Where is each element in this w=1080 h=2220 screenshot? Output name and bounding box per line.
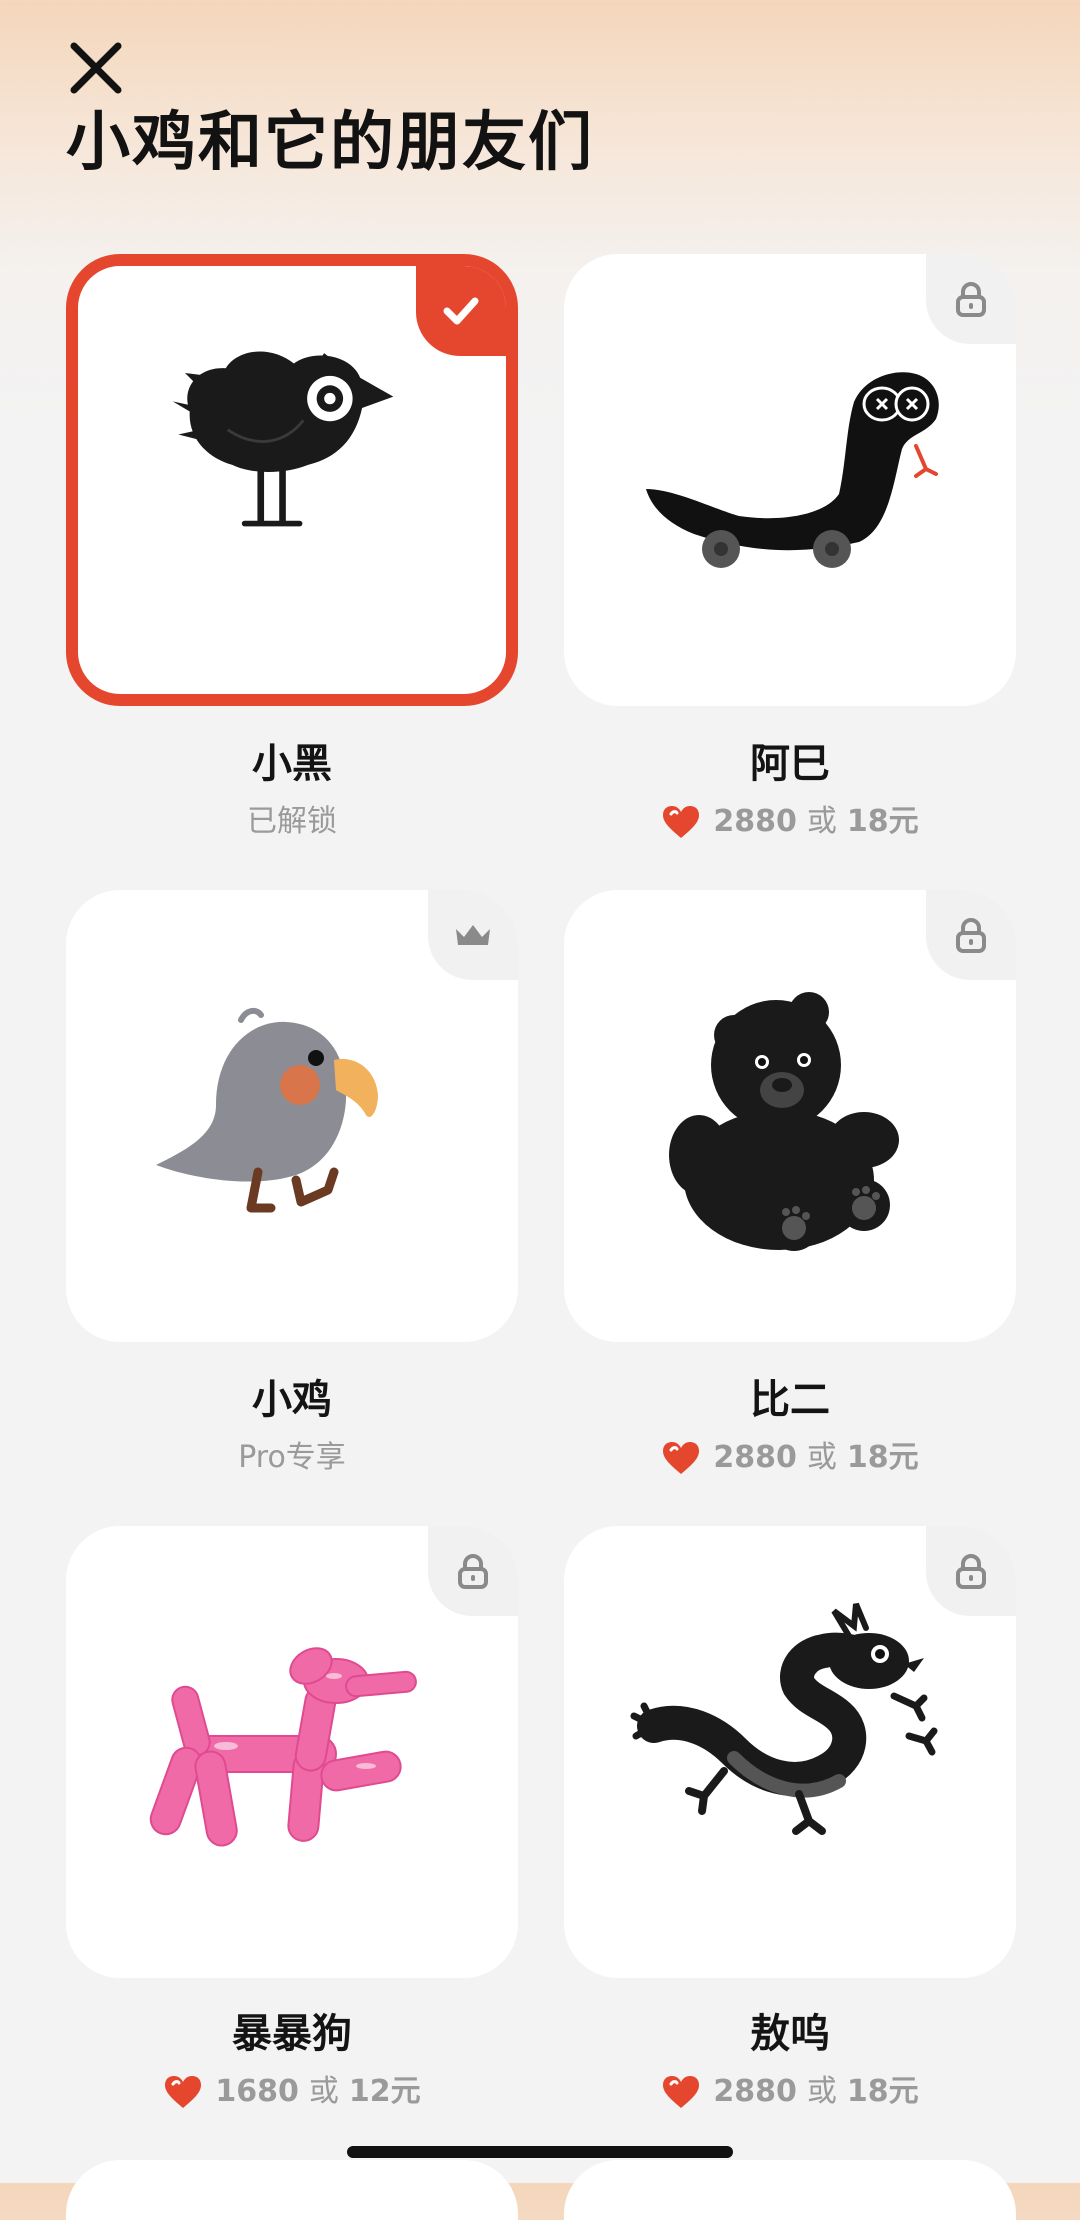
black-chick-illustration (172, 351, 394, 527)
character-name: 暴暴狗 (232, 2011, 352, 2057)
close-icon (70, 42, 122, 94)
price-or: 或 (806, 1440, 837, 1475)
heart-icon (663, 806, 700, 838)
close-button[interactable] (64, 36, 128, 100)
character-card-baobaogou[interactable] (66, 1526, 518, 1978)
price-or: 或 (806, 2074, 837, 2109)
price-points: 2880 (713, 2074, 797, 2109)
dragon-illustration (630, 1602, 938, 1835)
next-card-peek (564, 2160, 1016, 2220)
price-money: 18元 (846, 804, 919, 839)
character-card-xiaohei[interactable] (66, 254, 518, 706)
character-name: 小鸡 (252, 1377, 332, 1423)
character-card-bier[interactable] (564, 890, 1016, 1342)
price-row: 2880 或 18元 (564, 1436, 1016, 1480)
price-money: 18元 (846, 2074, 919, 2109)
home-indicator[interactable] (347, 2146, 733, 2158)
character-card-asi[interactable] (564, 254, 1016, 706)
balloon-dog-illustration (149, 1647, 417, 1847)
character-name: 小黑 (252, 741, 332, 787)
character-name: 敖呜 (750, 2011, 830, 2057)
price-money: 12元 (348, 2074, 421, 2109)
character-card-xiaoji[interactable] (66, 890, 518, 1342)
price-points: 2880 (713, 1440, 797, 1475)
snake-toy-illustration (646, 372, 939, 568)
character-card-aowu[interactable] (564, 1526, 1016, 1978)
price-points: 1680 (215, 2074, 299, 2109)
gray-parrot-illustration (156, 1007, 378, 1213)
price-points: 2880 (713, 804, 797, 839)
page-title: 小鸡和它的朋友们 (66, 106, 594, 180)
price-row: 2880 或 18元 (564, 2070, 1016, 2114)
price-row: 2880 或 18元 (564, 800, 1016, 844)
price-row: 1680 或 12元 (66, 2070, 518, 2114)
next-card-peek (66, 2160, 518, 2220)
heart-icon (663, 1442, 700, 1474)
teddy-bear-illustration (669, 992, 899, 1251)
unlock-status: 已解锁 (247, 804, 337, 839)
price-or: 或 (806, 804, 837, 839)
price-or: 或 (308, 2074, 339, 2109)
character-name: 阿巳 (750, 741, 830, 787)
character-name: 比二 (750, 1377, 830, 1423)
heart-icon (663, 2076, 700, 2108)
heart-icon (165, 2076, 202, 2108)
price-money: 18元 (846, 1440, 919, 1475)
pro-exclusive-label: Pro专享 (238, 1440, 346, 1475)
